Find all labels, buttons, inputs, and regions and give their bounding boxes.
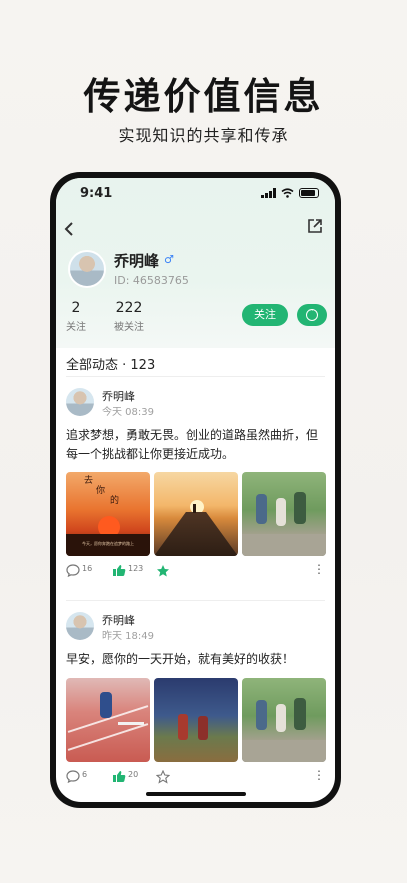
comment-icon xyxy=(66,770,80,783)
hero-subtitle: 实现知识的共享和传承 xyxy=(118,126,289,145)
post-author-avatar[interactable] xyxy=(66,388,94,416)
post-author-name: 乔明峰 xyxy=(102,390,135,403)
comment-count: 16 xyxy=(82,564,93,573)
phone-frame: 9:41 乔明峰 ♂ ID: 46583765 2 关注 222 被关注 关注 … xyxy=(50,172,341,808)
status-icons xyxy=(261,188,319,198)
home-indicator xyxy=(145,792,246,796)
thumbs-up-icon xyxy=(113,565,126,576)
status-bar: 9:41 xyxy=(56,186,335,204)
star-outline-icon xyxy=(156,770,170,784)
comment-action[interactable]: 6 xyxy=(66,770,87,783)
post-time: 今天 08:39 xyxy=(102,407,154,418)
phone-screen: 9:41 乔明峰 ♂ ID: 46583765 2 关注 222 被关注 关注 … xyxy=(56,178,335,802)
wifi-icon xyxy=(281,188,294,198)
hero-title: 传递价值信息 xyxy=(83,75,324,118)
star-filled-icon xyxy=(157,565,169,577)
post-card[interactable]: 乔明峰 昨天 18:49 早安，愿你的一天开始，就有美好的收获！ 6 20 ⋮ xyxy=(56,612,335,802)
like-action[interactable]: 123 xyxy=(112,564,143,577)
gender-male-icon: ♂ xyxy=(164,253,174,266)
post-text: 追求梦想，勇敢无畏。创业的道路虽然曲折，但每一个挑战都让你更接近成功。 xyxy=(66,428,319,461)
battery-icon xyxy=(299,188,319,198)
chat-bubble-icon xyxy=(306,306,318,321)
comment-icon xyxy=(66,564,80,577)
poster-text-1: 去 xyxy=(84,476,94,486)
like-action[interactable]: 20 xyxy=(112,770,138,783)
star-action[interactable] xyxy=(156,564,170,578)
post-images: 去 你 的 今天，愿你奔跑在追梦的路上 xyxy=(66,472,326,556)
status-time: 9:41 xyxy=(80,186,113,201)
poster-caption: 今天，愿你奔跑在追梦的路上 xyxy=(82,541,134,546)
following-count: 2 xyxy=(71,300,81,316)
post-card[interactable]: 乔明峰 今天 08:39 追求梦想，勇敢无畏。创业的道路虽然曲折，但每一个挑战都… xyxy=(56,388,335,603)
post-image-sunset-poster[interactable]: 去 你 的 今天，愿你奔跑在追梦的路上 xyxy=(66,472,150,556)
more-options-icon[interactable]: ⋮ xyxy=(313,562,325,576)
post-divider xyxy=(66,600,325,601)
post-author-avatar[interactable] xyxy=(66,612,94,640)
post-text: 早安，愿你的一天开始，就有美好的收获！ xyxy=(66,652,295,666)
share-icon[interactable] xyxy=(307,218,325,236)
section-divider xyxy=(66,376,325,377)
post-image-road-sunset[interactable] xyxy=(154,472,238,556)
like-count: 123 xyxy=(128,564,144,573)
more-options-icon[interactable]: ⋮ xyxy=(313,768,325,782)
like-count: 20 xyxy=(128,770,139,779)
post-image-hurdle-runner[interactable] xyxy=(66,678,150,762)
poster-text-3: 的 xyxy=(110,496,120,506)
profile-name: 乔明峰 xyxy=(114,252,160,270)
comment-action[interactable]: 16 xyxy=(66,564,92,577)
post-image-hikers[interactable] xyxy=(242,472,326,556)
poster-text-2: 你 xyxy=(96,486,106,496)
post-image-hikers[interactable] xyxy=(242,678,326,762)
thumbs-up-icon xyxy=(113,771,126,782)
message-button[interactable] xyxy=(297,304,327,326)
profile-user-id: ID: 46583765 xyxy=(114,274,189,287)
profile-avatar[interactable] xyxy=(68,250,106,288)
followers-stat[interactable]: 222 被关注 xyxy=(114,300,144,333)
follow-button[interactable]: 关注 xyxy=(242,304,288,326)
star-action[interactable] xyxy=(156,770,170,784)
post-actions: 16 123 ⋮ xyxy=(66,562,327,580)
back-icon[interactable] xyxy=(64,218,74,242)
comment-count: 6 xyxy=(82,770,88,779)
followers-label: 被关注 xyxy=(114,322,144,333)
post-images xyxy=(66,678,326,762)
feed-section-title: 全部动态 · 123 xyxy=(66,358,156,373)
signal-icon xyxy=(261,188,276,198)
post-time: 昨天 18:49 xyxy=(102,631,154,642)
post-actions: 6 20 ⋮ xyxy=(66,768,327,786)
following-stat[interactable]: 2 关注 xyxy=(66,300,86,333)
following-label: 关注 xyxy=(66,322,86,333)
followers-count: 222 xyxy=(115,300,143,316)
post-image-runners-field[interactable] xyxy=(154,678,238,762)
post-author-name: 乔明峰 xyxy=(102,614,135,627)
